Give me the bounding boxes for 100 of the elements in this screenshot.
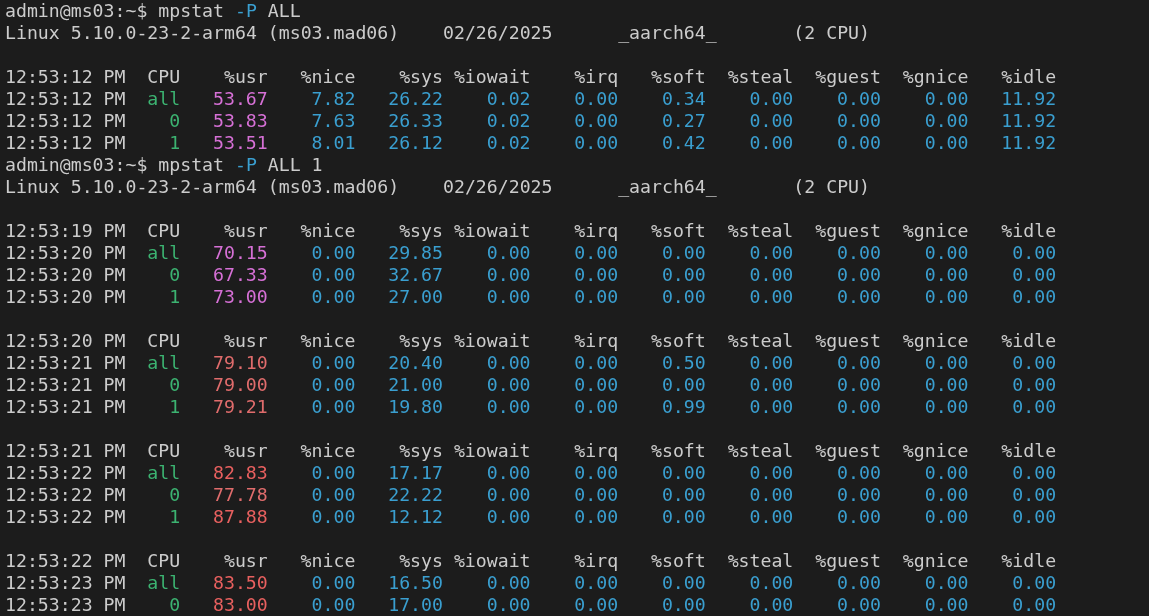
time-text: 12:53:20 PM [5, 242, 126, 264]
column-header: %soft [651, 220, 706, 241]
stat-value: 0.00 [311, 374, 356, 395]
stat-value: 0.00 [574, 88, 619, 109]
column-header: %sys [399, 66, 443, 87]
stat-value: 0.00 [924, 132, 969, 153]
stat-value: 0.00 [1012, 506, 1057, 527]
stat-value: 0.00 [486, 396, 531, 417]
stat-value: 0.00 [749, 594, 794, 615]
stat-value: 0.00 [837, 286, 881, 307]
stat-value: 7.82 [311, 88, 356, 109]
time-text: 12:53:20 PM [5, 286, 126, 308]
stat-value: 27.00 [388, 286, 443, 307]
time-text: 12:53:19 PM [5, 220, 126, 242]
stat-value: 0.99 [661, 396, 706, 417]
column-header: %irq [574, 220, 619, 241]
stat-value: 0.00 [1012, 264, 1057, 285]
usr-value: 70.15 [213, 242, 268, 263]
stat-value: 0.00 [486, 286, 531, 307]
system-info-text: (2 CPU) [793, 176, 870, 197]
stat-value: 0.00 [486, 242, 531, 263]
stat-value: 0.00 [574, 110, 619, 131]
system-info-text: _aarch64_ [618, 176, 717, 197]
column-header: %nice [300, 220, 356, 241]
stat-value: 0.00 [661, 484, 706, 505]
stat-value: 0.00 [837, 572, 881, 593]
stat-value: 0.00 [486, 462, 531, 483]
column-header: %iowait [453, 330, 531, 351]
stat-value: 11.92 [1001, 110, 1057, 131]
column-header: %sys [399, 220, 443, 241]
stat-value: 0.00 [837, 462, 881, 483]
time-text: 12:53:22 PM [5, 462, 126, 484]
stat-value: 0.00 [1012, 572, 1057, 593]
stat-value: 0.00 [311, 396, 356, 417]
column-header: %irq [574, 440, 619, 461]
stat-value: 26.12 [388, 132, 443, 153]
column-header: %guest [815, 66, 881, 87]
stat-value: 0.00 [749, 506, 794, 527]
usr-value: 77.78 [213, 484, 268, 505]
cpu-label: all [147, 572, 181, 593]
stat-value: 26.22 [388, 88, 443, 109]
cpu-label: 1 [169, 396, 181, 417]
time-text: 12:53:20 PM [5, 264, 126, 286]
stat-value: 0.02 [486, 132, 531, 153]
system-info-text: Linux 5.10.0-23-2-arm64 (ms03.mad06) [5, 176, 400, 197]
cpu-label: all [147, 88, 181, 109]
time-text: 12:53:21 PM [5, 396, 126, 418]
usr-value: 87.88 [213, 506, 268, 527]
command-text: mpstat [158, 154, 224, 176]
stat-value: 0.00 [574, 484, 619, 505]
column-header: %steal [727, 220, 794, 241]
stat-value: 0.00 [1012, 594, 1057, 615]
column-header: %guest [815, 330, 881, 351]
stat-value: 0.00 [311, 506, 356, 527]
stat-value: 0.00 [311, 352, 356, 373]
time-text: 12:53:21 PM [5, 352, 126, 374]
stat-value: 0.00 [486, 264, 531, 285]
column-header: CPU [147, 220, 181, 241]
column-header: %sys [399, 550, 443, 571]
prompt-text: admin@ms03:~$ [5, 0, 148, 22]
stat-value: 0.00 [924, 484, 969, 505]
stat-value: 0.42 [661, 132, 706, 153]
argument-text: ALL 1 [267, 154, 323, 176]
stat-value: 0.00 [311, 572, 356, 593]
stat-value: 0.00 [924, 264, 969, 285]
column-header: %idle [1001, 550, 1057, 571]
system-info-text: 02/26/2025 [443, 22, 553, 43]
stat-value: 0.00 [749, 572, 794, 593]
stat-value: 0.50 [661, 352, 706, 373]
column-header: %soft [651, 330, 706, 351]
stat-value: 0.00 [749, 242, 794, 263]
usr-value: 82.83 [213, 462, 268, 483]
stat-value: 0.00 [311, 264, 356, 285]
stat-value: 0.00 [661, 286, 706, 307]
stat-value: 0.00 [924, 242, 969, 263]
stat-value: 0.00 [749, 396, 794, 417]
stat-value: 0.00 [749, 286, 794, 307]
column-header: %steal [727, 330, 794, 351]
stat-value: 7.63 [311, 110, 356, 131]
cpu-label: 1 [169, 132, 181, 153]
stat-value: 0.00 [749, 132, 794, 153]
stat-value: 26.33 [388, 110, 443, 131]
column-header: CPU [147, 66, 181, 87]
stat-value: 0.00 [924, 462, 969, 483]
column-header: %usr [223, 220, 268, 241]
column-header: %usr [223, 440, 268, 461]
time-text: 12:53:22 PM [5, 506, 126, 528]
stat-value: 0.00 [574, 396, 619, 417]
stat-value: 0.00 [924, 352, 969, 373]
stat-value: 0.00 [661, 572, 706, 593]
stat-value: 0.00 [661, 264, 706, 285]
stat-value: 0.34 [661, 88, 706, 109]
stat-value: 0.00 [749, 462, 794, 483]
stat-value: 32.67 [388, 264, 443, 285]
stat-value: 0.02 [486, 110, 531, 131]
stat-value: 0.00 [749, 374, 794, 395]
column-header: %usr [223, 330, 268, 351]
stat-value: 21.00 [388, 374, 443, 395]
usr-value: 79.21 [213, 396, 268, 417]
stat-value: 0.00 [837, 264, 881, 285]
